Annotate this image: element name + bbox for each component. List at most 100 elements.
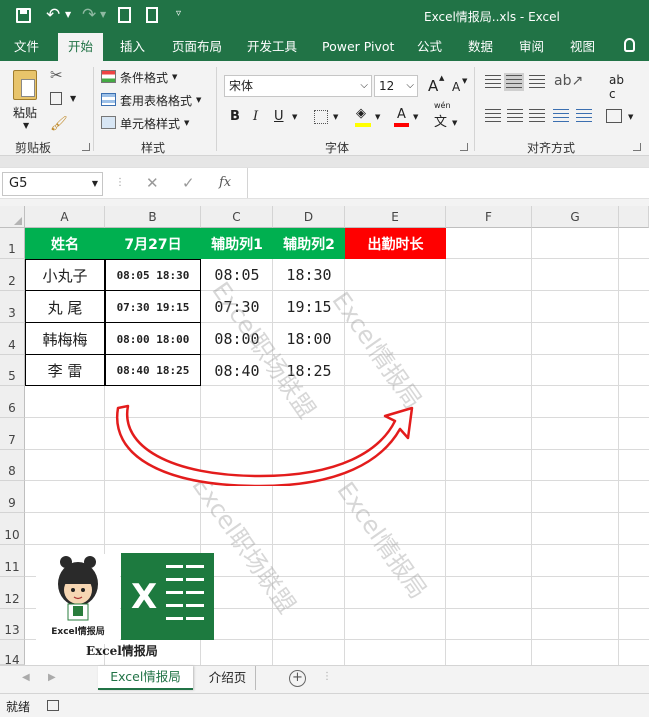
header-cell-helper2[interactable]: 辅助列2 <box>273 228 345 259</box>
font-size-select[interactable]: 12 ⌵ <box>374 75 418 97</box>
undo-dropdown-icon[interactable]: ▼ <box>65 10 71 19</box>
header-cell-duration[interactable]: 出勤时长 <box>345 228 446 259</box>
row-header-5[interactable]: 5 <box>0 355 25 386</box>
row-header-1[interactable]: 1 <box>0 228 25 259</box>
row-header-14[interactable]: 14 <box>0 640 25 665</box>
merge-dropdown-icon[interactable]: ▼ <box>628 113 633 121</box>
col-header-b[interactable]: B <box>105 206 201 228</box>
align-right-icon[interactable] <box>529 109 545 123</box>
table-row-4-date[interactable]: 08:40 18:25 <box>105 355 201 386</box>
header-cell-helper1[interactable]: 辅助列1 <box>201 228 273 259</box>
col-header-f[interactable]: F <box>446 206 532 228</box>
formula-input[interactable] <box>247 168 649 198</box>
col-header-a[interactable]: A <box>25 206 105 228</box>
row-header-10[interactable]: 10 <box>0 513 25 545</box>
col-header-d[interactable]: D <box>273 206 345 228</box>
col-header-g[interactable]: G <box>532 206 619 228</box>
clipboard-launcher-icon[interactable] <box>82 143 90 151</box>
align-left-icon[interactable] <box>485 109 501 123</box>
name-box-dropdown-icon[interactable]: ▼ <box>92 173 98 195</box>
underline-button[interactable]: U <box>274 109 284 124</box>
worksheet-grid[interactable]: A B C D E F G 1 2 3 4 5 6 7 8 9 10 11 12… <box>0 206 649 665</box>
sheet-tab-intro[interactable]: 介绍页 <box>200 666 256 690</box>
copy-icon[interactable] <box>50 92 62 105</box>
table-format-button[interactable]: 套用表格格式 <box>120 92 192 109</box>
table-row-1-helper2[interactable]: 18:30 <box>273 259 345 291</box>
tab-power-pivot[interactable]: Power Pivot <box>322 33 394 61</box>
lightbulb-icon[interactable] <box>624 38 635 52</box>
decrease-font-icon[interactable]: A <box>452 80 460 94</box>
enter-icon[interactable]: ✓ <box>182 174 195 192</box>
paste-button[interactable]: 粘贴 <box>13 104 37 121</box>
increase-indent-icon[interactable] <box>576 109 592 123</box>
name-box[interactable]: G5 ▼ <box>2 172 103 196</box>
row-header-3[interactable]: 3 <box>0 291 25 323</box>
row-header-13[interactable]: 13 <box>0 609 25 640</box>
font-name-select[interactable]: 宋体 ⌵ <box>224 75 372 97</box>
row-header-7[interactable]: 7 <box>0 418 25 450</box>
cell-styles-dropdown-icon[interactable]: ▼ <box>184 119 189 127</box>
bold-button[interactable]: B <box>230 109 240 124</box>
tab-home[interactable]: 开始 <box>58 33 104 61</box>
align-middle-icon[interactable] <box>504 73 524 91</box>
cancel-icon[interactable]: ✕ <box>146 174 159 192</box>
table-row-1-name[interactable]: 小丸子 <box>25 259 105 291</box>
redo-icon[interactable]: ↷ <box>82 5 96 25</box>
cut-icon[interactable]: ✂ <box>50 66 63 84</box>
increase-font-icon[interactable]: A <box>428 77 438 95</box>
format-painter-icon[interactable]: 🖌 <box>50 116 68 132</box>
decrease-indent-icon[interactable] <box>553 109 569 123</box>
undo-icon[interactable]: ↶ <box>46 5 60 25</box>
col-header-e[interactable]: E <box>345 206 446 228</box>
save-icon[interactable] <box>16 8 31 23</box>
macro-record-icon[interactable] <box>47 700 59 711</box>
merge-center-icon[interactable] <box>606 109 622 123</box>
redo-dropdown-icon[interactable]: ▼ <box>100 10 106 19</box>
file-icon[interactable] <box>146 7 158 23</box>
sheet-tab-active[interactable]: Excel情报局 <box>98 666 193 690</box>
tab-file[interactable]: 文件 <box>14 33 39 61</box>
header-cell-date[interactable]: 7月27日 <box>105 228 201 259</box>
row-header-8[interactable]: 8 <box>0 450 25 481</box>
paste-dropdown-icon[interactable]: ▼ <box>23 121 29 130</box>
font-size-dropdown-icon[interactable]: ⌵ <box>406 76 414 96</box>
tab-formulas[interactable]: 公式 <box>417 33 442 61</box>
add-sheet-icon[interactable]: + <box>289 670 306 687</box>
font-name-dropdown-icon[interactable]: ⌵ <box>360 76 368 96</box>
border-dropdown-icon[interactable]: ▼ <box>333 113 338 121</box>
customize-qat-icon[interactable]: ▿ <box>176 8 181 19</box>
copy-dropdown-icon[interactable]: ▼ <box>70 94 76 103</box>
row-header-6[interactable]: 6 <box>0 386 25 418</box>
alignment-launcher-icon[interactable] <box>633 143 641 151</box>
print-preview-icon[interactable] <box>118 7 131 23</box>
header-cell-name[interactable]: 姓名 <box>25 228 105 259</box>
select-all-corner[interactable] <box>0 206 25 228</box>
underline-dropdown-icon[interactable]: ▼ <box>292 113 297 121</box>
tab-page-layout[interactable]: 页面布局 <box>172 33 222 61</box>
conditional-format-dropdown-icon[interactable]: ▼ <box>172 73 177 81</box>
orientation-icon[interactable]: ab↗ <box>554 73 583 89</box>
phonetic-guide-button[interactable]: 文 <box>434 111 447 130</box>
table-format-dropdown-icon[interactable]: ▼ <box>196 96 201 104</box>
tab-scroll-left-icon[interactable]: ◀ <box>22 672 30 683</box>
tab-data[interactable]: 数据 <box>468 33 493 61</box>
paste-icon[interactable] <box>13 70 37 100</box>
table-row-2-name[interactable]: 丸 尾 <box>25 291 105 323</box>
row-header-12[interactable]: 12 <box>0 577 25 609</box>
phonetic-dropdown-icon[interactable]: ▼ <box>452 119 457 127</box>
fill-color-dropdown-icon[interactable]: ▼ <box>375 113 380 121</box>
table-row-3-name[interactable]: 韩梅梅 <box>25 323 105 355</box>
border-icon[interactable] <box>314 110 328 124</box>
table-row-4-name[interactable]: 李 雷 <box>25 355 105 386</box>
table-row-1-date[interactable]: 08:05 18:30 <box>105 259 201 291</box>
insert-function-icon[interactable]: fx <box>219 175 231 190</box>
table-row-2-date[interactable]: 07:30 19:15 <box>105 291 201 323</box>
tab-scroll-right-icon[interactable]: ▶ <box>48 672 56 683</box>
conditional-format-button[interactable]: 条件格式 <box>120 69 168 86</box>
row-header-2[interactable]: 2 <box>0 259 25 291</box>
tab-insert[interactable]: 插入 <box>120 33 145 61</box>
table-row-3-date[interactable]: 08:00 18:00 <box>105 323 201 355</box>
tab-view[interactable]: 视图 <box>570 33 595 61</box>
tab-review[interactable]: 审阅 <box>519 33 544 61</box>
row-header-9[interactable]: 9 <box>0 481 25 513</box>
